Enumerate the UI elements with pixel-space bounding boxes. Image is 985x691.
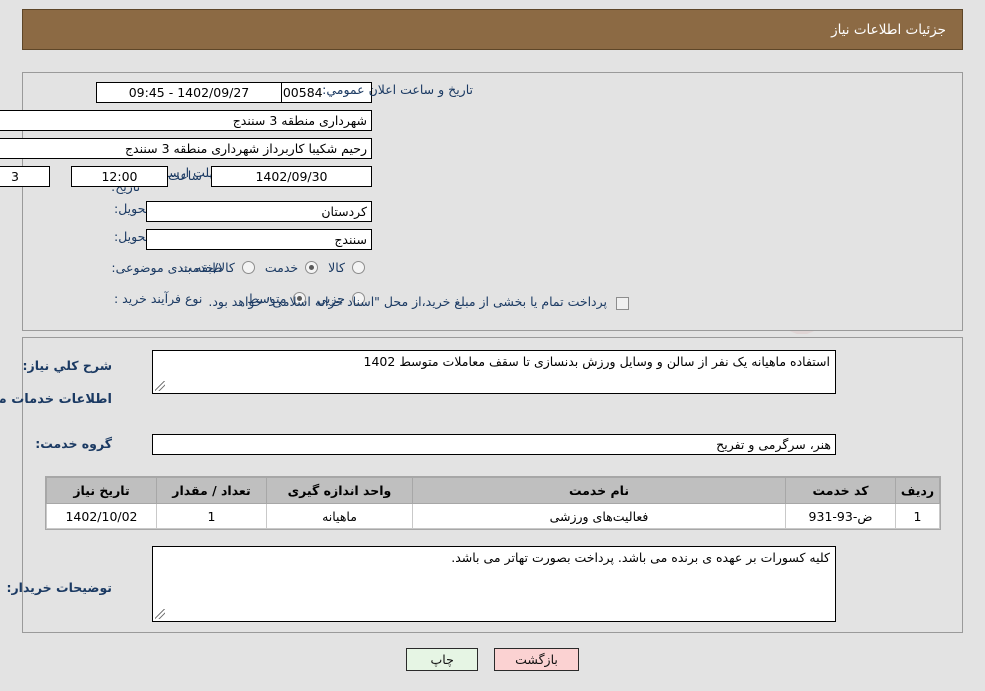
col-unit: واحد اندازه گیری xyxy=(266,477,413,504)
public-announce-label: تاریخ و ساعت اعلان عمومي: xyxy=(322,82,473,97)
general-desc-textarea[interactable]: استفاده ماهیانه یک نفر از سالن و وسایل و… xyxy=(152,350,836,394)
table-row: 1 ض-93-931 فعالیت‌های ورزشی ماهیانه 1 14… xyxy=(46,503,940,529)
row-service-group-label: گروه خدمت: xyxy=(35,436,112,451)
category-option-khedmat[interactable]: خدمت xyxy=(255,260,319,275)
page-header-bar: جزئیات اطلاعات نیاز xyxy=(22,9,963,50)
col-need-date: تاریخ نیاز xyxy=(46,477,157,504)
province-value: کردستان xyxy=(146,201,372,222)
service-group-value: هنر، سرگرمی و تفریح xyxy=(152,434,836,455)
back-button[interactable]: بازگشت xyxy=(494,648,579,671)
category-radio-group: کالا خدمت کالا/خدمت xyxy=(170,260,365,275)
category-option-kala-label: کالا xyxy=(328,260,345,275)
city-value: سنندج xyxy=(146,229,372,250)
category-option-kala[interactable]: کالا xyxy=(318,260,365,275)
page-title: جزئیات اطلاعات نیاز xyxy=(831,21,946,38)
services-table: ردیف کد خدمت نام خدمت واحد اندازه گیری ت… xyxy=(46,477,940,529)
row-general-desc-label: شرح کلي نیاز: xyxy=(23,358,112,373)
category-option-kala-khedmat[interactable]: کالا/خدمت xyxy=(170,260,255,275)
row-public-announce: تاریخ و ساعت اعلان عمومي: xyxy=(322,82,473,97)
category-option-khedmat-label: خدمت xyxy=(264,260,299,275)
cell-unit: ماهیانه xyxy=(266,503,413,529)
print-button[interactable]: چاپ xyxy=(406,648,479,671)
deadline-time-label: ساعت xyxy=(167,168,202,183)
row-process-type-label: نوع فرآیند خرید : xyxy=(114,291,222,306)
footer-button-bar: بازگشت چاپ xyxy=(0,648,985,671)
cell-quantity: 1 xyxy=(156,503,267,529)
services-table-wrapper: ردیف کد خدمت نام خدمت واحد اندازه گیری ت… xyxy=(45,476,941,530)
treasury-note-checkbox[interactable] xyxy=(616,297,629,310)
process-type-label: نوع فرآیند خرید : xyxy=(114,291,203,306)
cell-service-code: ض-93-931 xyxy=(785,503,896,529)
col-service-name: نام خدمت xyxy=(412,477,786,504)
services-section-title: اطلاعات خدمات مورد نیاز xyxy=(0,392,112,407)
col-quantity: تعداد / مقدار xyxy=(156,477,267,504)
category-option-kala-khedmat-label: کالا/خدمت xyxy=(180,260,235,275)
radio-kala-icon[interactable] xyxy=(352,261,365,274)
deadline-days-value: 3 xyxy=(0,166,50,187)
requester-value: رحیم شکیبا کاربرداز شهرداری منطقه 3 سنند… xyxy=(0,138,372,159)
col-service-code: کد خدمت xyxy=(785,477,896,504)
buyer-org-value: شهرداری منطقه 3 سنندج xyxy=(0,110,372,131)
public-announce-value: 1402/09/27 - 09:45 xyxy=(96,82,282,103)
general-desc-label: شرح کلي نیاز: xyxy=(22,358,112,373)
radio-khedmat-icon[interactable] xyxy=(305,261,319,274)
cell-row-no: 1 xyxy=(895,503,940,529)
deadline-time-value: 12:00 xyxy=(71,166,168,187)
buyer-notes-label: توضیحات خریدار: xyxy=(6,580,112,595)
buyer-notes-textarea[interactable]: کلیه کسورات بر عهده ی برنده می باشد. پرد… xyxy=(152,546,836,622)
cell-need-date: 1402/10/02 xyxy=(46,503,157,529)
service-group-label: گروه خدمت: xyxy=(35,436,112,451)
col-row-no: ردیف xyxy=(895,477,940,504)
radio-kala-khedmat-icon[interactable] xyxy=(241,261,255,274)
cell-service-name: فعالیت‌های ورزشی xyxy=(412,503,786,529)
treasury-note-text: پرداخت تمام یا بخشی از مبلغ خرید،از محل … xyxy=(208,294,607,309)
row-buyer-notes-label: توضیحات خریدار: xyxy=(6,580,112,595)
table-header-row: ردیف کد خدمت نام خدمت واحد اندازه گیری ت… xyxy=(46,477,940,504)
deadline-date-value: 1402/09/30 xyxy=(211,166,372,187)
